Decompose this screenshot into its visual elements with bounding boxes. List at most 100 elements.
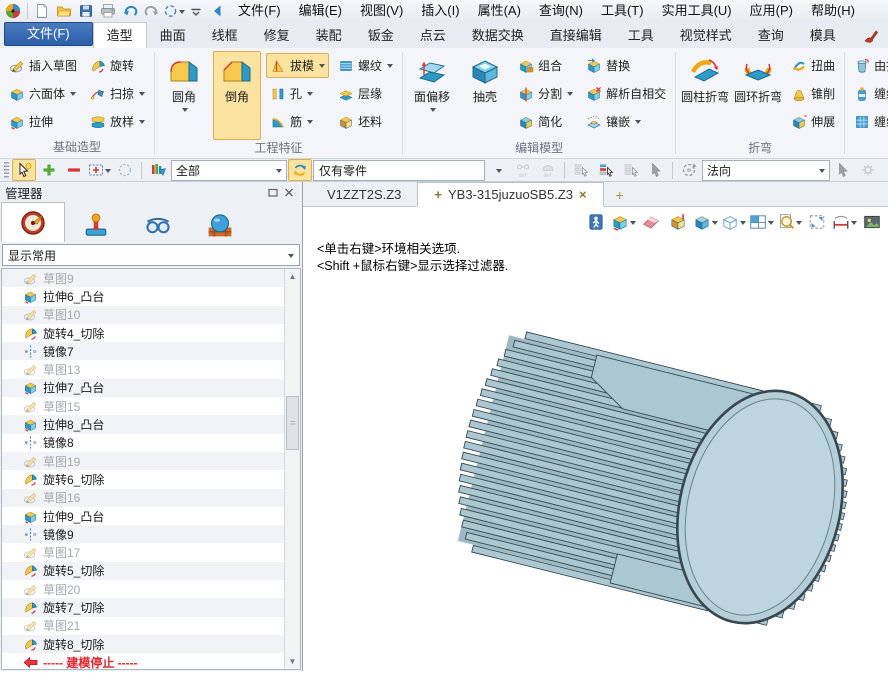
- chamfer-button[interactable]: 倒角: [213, 51, 261, 140]
- tree-item[interactable]: 旋转7_切除: [2, 598, 284, 616]
- swap-select-button[interactable]: [288, 159, 312, 181]
- ribbon-tab-0[interactable]: 造型: [93, 22, 147, 48]
- save-file-button[interactable]: [75, 1, 97, 21]
- menu-item-0[interactable]: 文件(F): [229, 0, 290, 22]
- open-file-button[interactable]: [53, 1, 75, 21]
- scroll-track[interactable]: [285, 284, 300, 654]
- ribbon-tab-7[interactable]: 数据交换: [459, 23, 537, 48]
- redo-button[interactable]: [141, 1, 163, 21]
- pick-arrow-button[interactable]: [644, 159, 668, 181]
- entity-filter-input[interactable]: 仅有零件: [313, 160, 485, 181]
- menu-item-2[interactable]: 视图(V): [351, 0, 412, 22]
- sweep-button[interactable]: 扫掠: [86, 81, 149, 106]
- revolve-button[interactable]: 旋转: [86, 53, 149, 78]
- entity-filter-dropdown-button[interactable]: [486, 159, 510, 181]
- toolbar-options-button[interactable]: [185, 1, 207, 21]
- display-mode-button[interactable]: [611, 210, 636, 234]
- stock-button[interactable]: 坯料: [334, 109, 397, 134]
- history-tab[interactable]: [1, 202, 65, 242]
- tree-item[interactable]: 镜像9: [2, 525, 284, 543]
- measure-button[interactable]: [832, 210, 857, 234]
- render-tab[interactable]: [189, 208, 251, 242]
- shell-button[interactable]: 抽壳: [461, 51, 509, 140]
- ribbon-tab-2[interactable]: 线框: [199, 23, 251, 48]
- zoom-fit-button[interactable]: [805, 210, 829, 234]
- ribbon-tab-11[interactable]: 查询: [745, 23, 797, 48]
- shaded-mode-button[interactable]: [693, 210, 718, 234]
- collapse-left-button[interactable]: [207, 1, 229, 21]
- ribbon-tab-6[interactable]: 点云: [407, 23, 459, 48]
- visibility-tab[interactable]: [127, 208, 189, 242]
- tree-item[interactable]: 旋转6_切除: [2, 470, 284, 488]
- def-dome-button[interactable]: def: [536, 159, 560, 181]
- ribbon-tab-5[interactable]: 钣金: [355, 23, 407, 48]
- new-tab-button[interactable]: +: [604, 183, 636, 206]
- close-panel-button[interactable]: [281, 185, 297, 199]
- erase-overlay-button[interactable]: [639, 210, 663, 234]
- hole-button[interactable]: 孔: [266, 81, 329, 106]
- reorient-button[interactable]: [677, 159, 701, 181]
- lip-button[interactable]: 层缘: [334, 81, 397, 106]
- capture-button[interactable]: [860, 210, 884, 234]
- box-button[interactable]: 六面体: [5, 81, 81, 106]
- tree-item[interactable]: 拉伸7_凸台: [2, 379, 284, 397]
- twist-button[interactable]: 扭曲: [787, 53, 839, 78]
- exit-button[interactable]: [584, 210, 608, 234]
- tree-item[interactable]: 拉伸8_凸台: [2, 415, 284, 433]
- view-layout-button[interactable]: [749, 210, 774, 234]
- zoom-sheet-button[interactable]: [777, 210, 802, 234]
- tree-item[interactable]: 旋转4_切除: [2, 324, 284, 342]
- pick-from-list-active-button[interactable]: [594, 159, 618, 181]
- scroll-down-button[interactable]: ▼: [285, 654, 300, 669]
- tree-item[interactable]: 草图17: [2, 543, 284, 561]
- menu-item-1[interactable]: 编辑(E): [290, 0, 351, 22]
- new-file-button[interactable]: [31, 1, 53, 21]
- interface-style-button[interactable]: [860, 26, 882, 46]
- scroll-thumb[interactable]: [286, 396, 299, 450]
- tree-item[interactable]: 草图20: [2, 580, 284, 598]
- manager-filter-combo[interactable]: 显示常用: [2, 244, 300, 266]
- menu-item-3[interactable]: 插入(I): [412, 0, 468, 22]
- tree-item[interactable]: 草图10: [2, 306, 284, 324]
- tree-item[interactable]: 草图16: [2, 489, 284, 507]
- tree-item[interactable]: 旋转5_切除: [2, 562, 284, 580]
- app-logo-button[interactable]: [2, 1, 24, 21]
- thread-button[interactable]: 螺纹: [334, 53, 397, 78]
- tree-scrollbar[interactable]: ▲ ▼: [284, 269, 300, 669]
- restore-panel-button[interactable]: [265, 185, 281, 199]
- fillet-button[interactable]: 圆角: [160, 51, 208, 140]
- lasso-select-button[interactable]: [113, 159, 137, 181]
- torus-bend-button[interactable]: 圆环折弯: [734, 51, 782, 140]
- tree-item[interactable]: 拉伸6_凸台: [2, 287, 284, 305]
- tree-item[interactable]: 镜像8: [2, 434, 284, 452]
- rib-button[interactable]: 筋: [266, 109, 329, 134]
- filter-combo[interactable]: 全部: [171, 160, 287, 181]
- wireframe-mode-button[interactable]: [721, 210, 746, 234]
- menu-item-4[interactable]: 属性(A): [469, 0, 530, 22]
- undo-button[interactable]: [119, 1, 141, 21]
- tree-item[interactable]: 草图19: [2, 452, 284, 470]
- ribbon-tab-8[interactable]: 直接编辑: [537, 23, 615, 48]
- cylinder-bend-button[interactable]: 圆柱折弯: [681, 51, 729, 140]
- tree-item[interactable]: 拉伸9_凸台: [2, 507, 284, 525]
- constraint-tab[interactable]: [65, 208, 127, 242]
- wrap-grid-button[interactable]: 缠绕: [850, 109, 888, 134]
- pick-gear-button[interactable]: [856, 159, 880, 181]
- tab-close-icon[interactable]: ×: [579, 187, 587, 202]
- menu-item-8[interactable]: 应用(P): [741, 0, 802, 22]
- pick-point-button[interactable]: [831, 159, 855, 181]
- box-select-button[interactable]: [87, 159, 112, 181]
- simplify-button[interactable]: 简化: [514, 109, 577, 134]
- face-offset-button[interactable]: 面偏移: [408, 51, 456, 140]
- show-target-button[interactable]: [666, 210, 690, 234]
- menu-item-9[interactable]: 帮助(H): [802, 0, 864, 22]
- extrude-button[interactable]: 拉伸: [5, 109, 81, 134]
- add-select-button[interactable]: [37, 159, 61, 181]
- pick-last-button[interactable]: [619, 159, 643, 181]
- orient-combo[interactable]: 法向: [702, 160, 830, 181]
- inlay-button[interactable]: 镶嵌: [582, 109, 670, 134]
- document-tab-1[interactable]: +YB3-315juzuoSB5.Z3×: [417, 182, 603, 207]
- by-wire-button[interactable]: 由指: [850, 53, 888, 78]
- filter-button[interactable]: [146, 159, 170, 181]
- combine-button[interactable]: 组合: [514, 53, 577, 78]
